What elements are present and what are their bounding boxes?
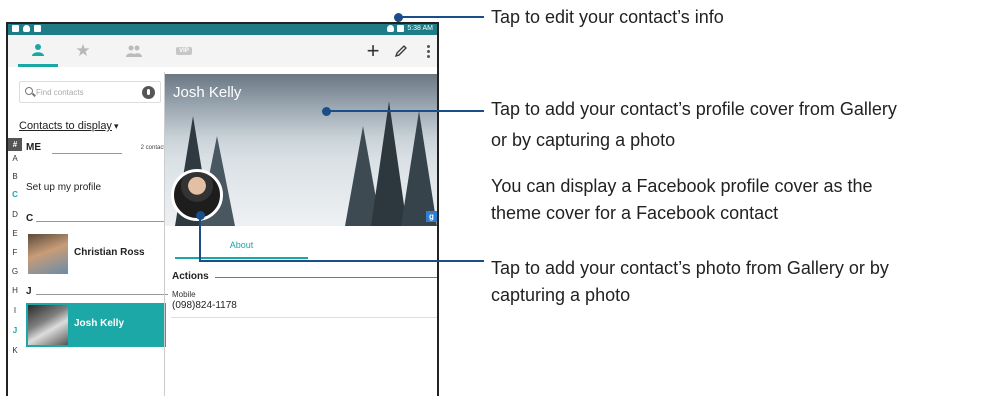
- annotation-cover-1: Tap to add your contact’s profile cover …: [491, 99, 897, 119]
- section-divider: [36, 294, 168, 295]
- contact-name: Josh Kelly: [74, 318, 125, 329]
- toolbar: ★ VIP +: [8, 35, 437, 67]
- section-divider: [215, 277, 437, 278]
- annotation-cover-2: or by capturing a photo: [491, 130, 676, 150]
- index-letter[interactable]: E: [8, 229, 22, 238]
- microphone-icon[interactable]: [142, 86, 155, 99]
- alphabet-index[interactable]: # A B C D E F G H I J K: [8, 138, 22, 396]
- status-time: 5:38 AM: [407, 25, 433, 32]
- callout-line-photo: [199, 216, 201, 262]
- phone-label: Mobile: [172, 290, 196, 299]
- contact-header-name: Josh Kelly: [173, 84, 242, 101]
- battery-icon: [397, 25, 405, 32]
- index-letter[interactable]: D: [8, 210, 22, 219]
- phone-number[interactable]: (098)824-1178: [172, 300, 237, 311]
- device-screen: 5:38 AM ★ VIP + Find contacts Contacts t…: [6, 22, 439, 396]
- star-icon: ★: [75, 41, 91, 60]
- setup-profile-row[interactable]: Set up my profile: [26, 182, 101, 193]
- tab-vip[interactable]: VIP: [170, 35, 198, 67]
- pencil-icon: [394, 45, 407, 58]
- callout-line-cover: [328, 110, 484, 112]
- search-icon: [25, 87, 33, 95]
- list-item[interactable]: Josh Kelly: [26, 303, 166, 347]
- google-badge: g: [426, 211, 437, 222]
- index-letter[interactable]: B: [8, 172, 22, 181]
- annotation-edit: Tap to edit your contact’s info: [491, 7, 724, 27]
- tab-favorites[interactable]: ★: [68, 35, 98, 67]
- callout-line-edit: [398, 16, 484, 18]
- vip-badge: VIP: [176, 47, 192, 55]
- contacts-to-display-label: Contacts to display: [19, 120, 112, 132]
- cloud-icon: [23, 25, 30, 32]
- person-icon: [32, 43, 44, 56]
- tree-shape: [401, 111, 437, 226]
- image-icon: [34, 25, 41, 32]
- tab-about[interactable]: About: [175, 229, 308, 259]
- status-bar: 5:38 AM: [8, 24, 437, 35]
- index-letter[interactable]: #: [8, 138, 22, 151]
- annotation-photo-2: capturing a photo: [491, 285, 631, 305]
- index-letter[interactable]: G: [8, 267, 22, 276]
- row-divider: [171, 317, 437, 318]
- contact-name: Christian Ross: [74, 247, 145, 258]
- contacts-to-display-dropdown[interactable]: Contacts to display ▾: [19, 120, 118, 132]
- edit-contact-button[interactable]: [390, 35, 412, 67]
- index-letter[interactable]: F: [8, 248, 22, 257]
- callout-line-photo: [199, 260, 484, 262]
- wifi-icon: [387, 25, 395, 32]
- index-letter[interactable]: C: [8, 190, 22, 199]
- avatar: [28, 234, 68, 274]
- avatar: [28, 305, 68, 345]
- more-vert-icon: [426, 44, 430, 58]
- section-header-me: ME: [26, 142, 41, 153]
- annotation-photo-1: Tap to add your contact’s photo from Gal…: [491, 258, 889, 278]
- group-icon: [126, 45, 142, 57]
- index-letter[interactable]: K: [8, 346, 22, 355]
- actions-header: Actions: [172, 271, 209, 282]
- index-letter[interactable]: A: [8, 154, 22, 163]
- section-header-j: J: [26, 286, 32, 297]
- index-letter[interactable]: H: [8, 286, 22, 295]
- index-letter[interactable]: I: [8, 306, 22, 315]
- section-header-c: C: [26, 213, 34, 224]
- index-letter[interactable]: J: [8, 326, 22, 335]
- search-placeholder: Find contacts: [36, 88, 84, 97]
- tab-contacts[interactable]: [18, 35, 58, 67]
- annotation-facebook-1: You can display a Facebook profile cover…: [491, 176, 873, 196]
- tab-groups[interactable]: [116, 35, 152, 67]
- notification-icon: [12, 25, 19, 32]
- section-divider: [52, 153, 122, 154]
- add-contact-button[interactable]: +: [362, 35, 384, 67]
- chevron-down-icon: ▾: [113, 121, 119, 131]
- search-input[interactable]: Find contacts: [19, 81, 161, 103]
- list-item[interactable]: Christian Ross: [26, 232, 166, 276]
- annotation-facebook-2: theme cover for a Facebook contact: [491, 203, 779, 223]
- more-options-button[interactable]: [418, 35, 437, 67]
- section-divider: [36, 221, 168, 222]
